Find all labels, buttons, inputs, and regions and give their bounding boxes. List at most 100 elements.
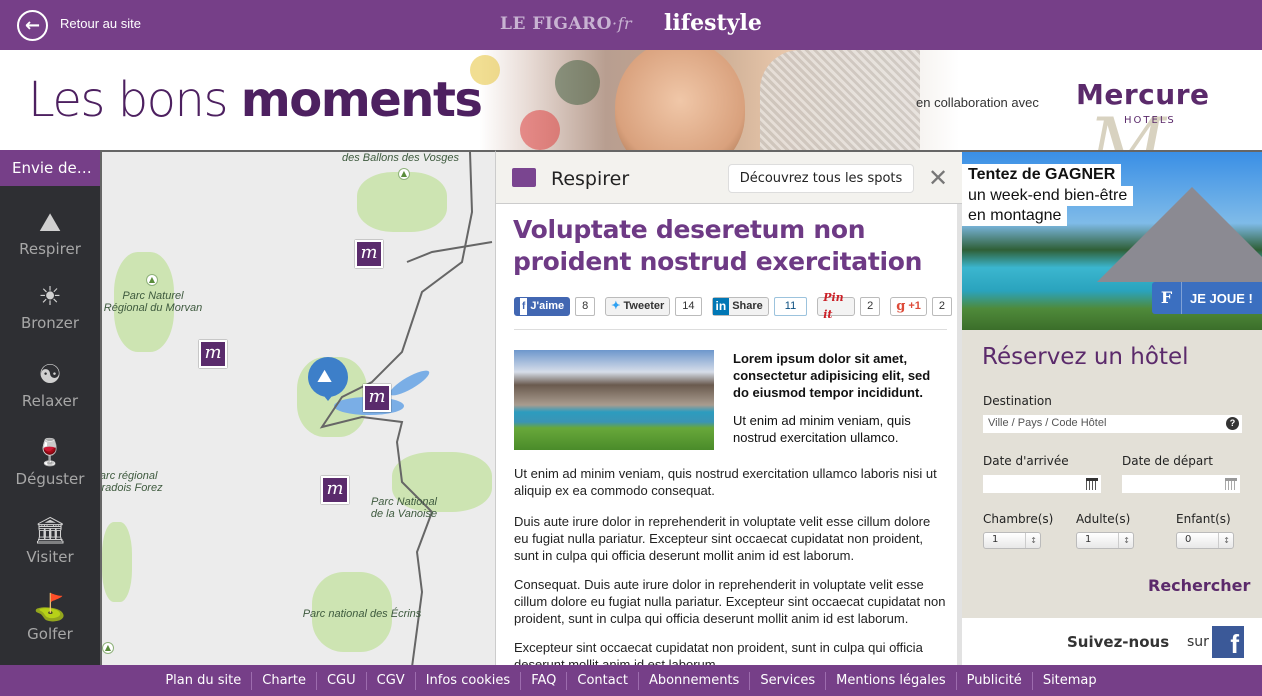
article-paragraph: Excepteur sint occaecat cupidatat non pr… xyxy=(514,640,923,665)
tweet-button[interactable]: ✦ Tweeter xyxy=(605,296,671,316)
follow-us: Suivez-nous sur f xyxy=(962,618,1262,667)
stepper-arrows-icon: ↕ xyxy=(1025,533,1037,548)
landscape-icon xyxy=(512,168,536,187)
footer-link-cgu[interactable]: CGU xyxy=(315,671,366,690)
footer-link-mentions-legales[interactable]: Mentions légales xyxy=(825,671,955,690)
yin-yang-icon: ☯ xyxy=(38,360,62,390)
sidebar-item-label: Visiter xyxy=(26,548,74,566)
footer-link-infos-cookies[interactable]: Infos cookies xyxy=(414,671,520,690)
back-arrow-icon[interactable]: ← xyxy=(17,10,48,41)
destination-label: Destination xyxy=(983,394,1052,408)
children-select[interactable]: 0 ↕ xyxy=(1176,532,1234,549)
play-button-label: JE JOUE ! xyxy=(1190,291,1253,306)
destination-input[interactable]: Ville / Pays / Code Hôtel ? xyxy=(983,415,1242,433)
park-tree-icon: ▲ xyxy=(398,168,410,180)
twitter-bird-icon: ✦ xyxy=(611,299,621,312)
banner-headline: Les bons moments xyxy=(28,72,483,128)
hotel-booking-form: Réservez un hôtel Destination Ville / Pa… xyxy=(962,330,1262,618)
sidebar-item-respirer[interactable]: ⛰ Respirer xyxy=(0,208,100,278)
footer-link-publicite[interactable]: Publicité xyxy=(955,671,1032,690)
footer-link-services[interactable]: Services xyxy=(749,671,825,690)
sidebar-item-bronzer[interactable]: ☀ Bronzer xyxy=(0,282,100,352)
mercure-hotel-marker[interactable]: m xyxy=(363,384,391,412)
share-count: 14 xyxy=(675,296,702,316)
collab-text: en collaboration avec xyxy=(916,95,1039,110)
sidebar-item-visiter[interactable]: 🏛 Visiter xyxy=(0,516,100,586)
share-count: 2 xyxy=(931,296,952,316)
figaro-logo-text: LE FIGARO xyxy=(500,14,612,34)
close-icon[interactable]: ✕ xyxy=(928,164,948,192)
adults-label: Adulte(s) xyxy=(1076,512,1131,526)
sidebar-item-golfer[interactable]: ⛳ Golfer xyxy=(0,593,100,663)
pinterest-button[interactable]: Pin it xyxy=(817,291,856,321)
footer-link-charte[interactable]: Charte xyxy=(251,671,316,690)
mercure-hotel-marker[interactable]: m xyxy=(355,240,383,268)
facebook-icon[interactable]: f xyxy=(1212,626,1244,659)
play-button[interactable]: F JE JOUE ! xyxy=(1152,282,1262,314)
wine-glass-icon: 🍷 xyxy=(33,438,67,468)
sidebar-item-label: Golfer xyxy=(27,625,73,643)
rooms-select[interactable]: 1 ↕ xyxy=(983,532,1041,549)
golf-icon: ⛳ xyxy=(33,593,67,623)
figaro-logo[interactable]: LE FIGARO·fr xyxy=(500,14,632,34)
lifestyle-logo[interactable]: lifestyle xyxy=(664,10,762,36)
arrival-date-input[interactable] xyxy=(983,475,1101,493)
mercure-logo[interactable]: Mercure xyxy=(1076,78,1210,111)
photo-spot-marker[interactable]: ⛰ xyxy=(308,357,348,401)
sidebar-item-label: Respirer xyxy=(19,240,81,258)
share-bar: f J'aime 8 ✦ Tweeter 14 in Share 11 Pin it … xyxy=(514,291,962,321)
figaro-fr-text: ·fr xyxy=(612,14,633,33)
sidebar-item-deguster[interactable]: 🍷 Déguster xyxy=(0,438,100,508)
sidebar-item-relaxer[interactable]: ☯ Relaxer xyxy=(0,360,100,430)
discover-all-spots-button[interactable]: Découvrez tous les spots xyxy=(728,164,914,193)
stepper-arrows-icon: ↕ xyxy=(1218,533,1230,548)
footer-link-plan-du-site[interactable]: Plan du site xyxy=(155,672,251,690)
banner-photo-sweater xyxy=(760,50,920,150)
rooms-label: Chambre(s) xyxy=(983,512,1054,526)
back-to-site-link[interactable]: Retour au site xyxy=(60,16,141,31)
sidebar-item-label: Relaxer xyxy=(21,392,79,410)
share-label: J'aime xyxy=(530,299,565,312)
help-icon[interactable]: ? xyxy=(1226,417,1239,430)
destination-placeholder: Ville / Pays / Code Hôtel xyxy=(988,417,1107,429)
calendar-icon[interactable] xyxy=(1225,478,1237,490)
park-tree-icon: ▲ xyxy=(102,642,114,654)
landscape-icon: ⛰ xyxy=(317,366,333,387)
article-title: Voluptate deseretum non proident nostrud… xyxy=(513,215,923,276)
adults-select[interactable]: 1 ↕ xyxy=(1076,532,1134,549)
border-lines xyxy=(319,152,493,665)
mercure-hotel-marker[interactable]: m xyxy=(199,340,227,368)
promo-line: en montagne xyxy=(962,206,1068,226)
children-value: 0 xyxy=(1185,534,1192,545)
departure-date-input[interactable] xyxy=(1122,475,1240,493)
follow-sur-text: sur xyxy=(1187,634,1209,650)
promo-text: Tentez de GAGNER un week-end bien-être e… xyxy=(962,164,1134,226)
search-button[interactable]: Rechercher xyxy=(1148,576,1250,595)
booking-title: Réservez un hôtel xyxy=(982,344,1189,370)
follow-text: Suivez-nous xyxy=(1067,633,1170,651)
calendar-icon[interactable] xyxy=(1086,478,1098,490)
linkedin-share-button[interactable]: in Share xyxy=(711,296,769,316)
figaro-f-icon: F xyxy=(1152,282,1182,314)
article-panel: Respirer Découvrez tous les spots ✕ Volu… xyxy=(495,150,962,665)
headline-bold: moments xyxy=(240,72,483,128)
footer-link-cgv[interactable]: CGV xyxy=(365,671,415,690)
footer-link-faq[interactable]: FAQ xyxy=(520,671,566,690)
footer-link-sitemap[interactable]: Sitemap xyxy=(1031,671,1107,690)
map-label: Parc régional Livradois Forez xyxy=(100,470,163,494)
banner-photo-woman xyxy=(615,50,745,150)
google-plus-button[interactable]: g +1 xyxy=(890,296,927,316)
linkedin-icon: in xyxy=(712,297,730,315)
museum-icon: 🏛 xyxy=(33,516,67,546)
mercure-hotel-marker[interactable]: m xyxy=(321,476,349,504)
facebook-icon: f xyxy=(520,297,528,315)
map[interactable]: ▲ ▲ ▲ des Ballons des Vosges Parc Nature… xyxy=(100,150,495,665)
hero-banner: Les bons moments en collaboration avec M… xyxy=(0,50,1262,150)
contest-promo-banner[interactable]: Tentez de GAGNER un week-end bien-être e… xyxy=(962,152,1262,330)
footer-link-abonnements[interactable]: Abonnements xyxy=(637,671,749,690)
facebook-like-button[interactable]: f J'aime xyxy=(514,296,571,316)
footer-link-contact[interactable]: Contact xyxy=(566,671,638,690)
google-plus-icon: g xyxy=(896,298,906,314)
article-paragraph: Ut enim ad minim veniam, quis nostrud ex… xyxy=(514,466,937,498)
sidebar-title: Envie de… xyxy=(0,150,100,186)
